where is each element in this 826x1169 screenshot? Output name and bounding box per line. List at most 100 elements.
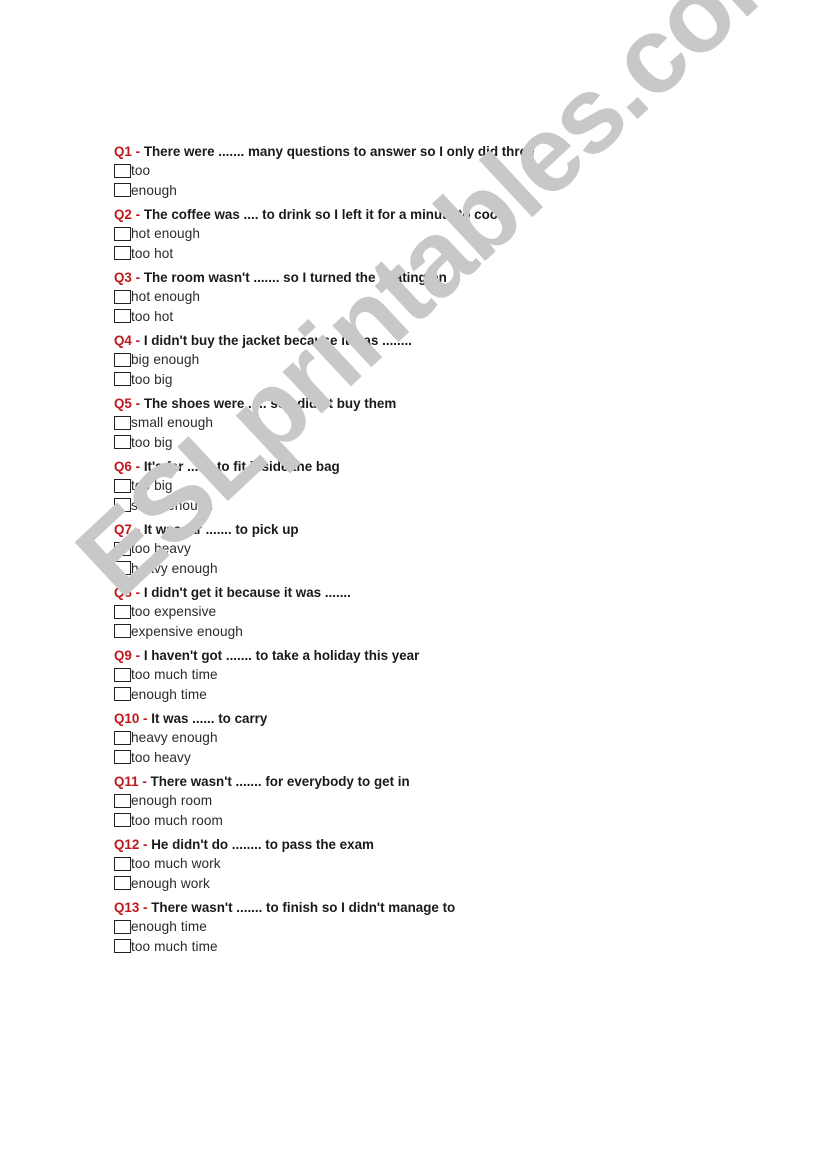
- answer-option[interactable]: too big: [114, 476, 714, 496]
- answer-option[interactable]: too heavy: [114, 748, 714, 768]
- answer-option[interactable]: too hot: [114, 244, 714, 264]
- checkbox[interactable]: [114, 289, 131, 304]
- answer-option[interactable]: small enough: [114, 413, 714, 433]
- question-11: Q11 - There wasn't ....... for everybody…: [114, 772, 714, 830]
- checkbox[interactable]: [114, 226, 131, 241]
- answer-option[interactable]: heavy enough: [114, 559, 714, 579]
- quiz-list: Q1 - There were ....... many questions t…: [114, 142, 714, 961]
- question-text: I haven't got ....... to take a holiday …: [143, 648, 420, 663]
- answer-option[interactable]: too big: [114, 433, 714, 453]
- answer-option[interactable]: enough time: [114, 917, 714, 937]
- question-number: Q10: [114, 711, 140, 726]
- question-prompt: Q3 - The room wasn't ....... so I turned…: [114, 268, 714, 287]
- answer-option[interactable]: too much time: [114, 665, 714, 685]
- answer-option[interactable]: enough: [114, 181, 714, 201]
- option-label: hot enough: [131, 289, 201, 304]
- option-label: too much room: [131, 812, 223, 828]
- question-text: There wasn't ....... for everybody to ge…: [150, 774, 410, 789]
- checkbox[interactable]: [114, 604, 131, 619]
- option-label: too much work: [131, 856, 221, 871]
- checkbox[interactable]: [114, 730, 131, 745]
- checkbox[interactable]: [114, 561, 131, 576]
- question-separator: -: [135, 396, 141, 411]
- checkbox[interactable]: [114, 919, 131, 934]
- checkbox[interactable]: [114, 163, 131, 178]
- question-prompt: Q6 - It's far ....... to fit inside the …: [114, 457, 714, 476]
- question-text: I didn't get it because it was .......: [143, 585, 351, 600]
- question-separator: -: [142, 774, 147, 789]
- question-prompt: Q4 - I didn't buy the jacket because it …: [114, 331, 714, 350]
- option-label: too hot: [131, 245, 174, 261]
- answer-option[interactable]: too much time: [114, 937, 714, 957]
- question-text: It's far ....... to fit inside the bag: [143, 459, 340, 474]
- answer-option[interactable]: heavy enough: [114, 728, 714, 748]
- question-separator: -: [143, 900, 148, 915]
- question-text: It was ...... to carry: [151, 711, 268, 726]
- option-label: enough work: [131, 875, 210, 891]
- answer-option[interactable]: expensive enough: [114, 622, 714, 642]
- question-number: Q5: [114, 396, 132, 411]
- checkbox[interactable]: [114, 498, 131, 513]
- option-label: enough: [131, 182, 177, 198]
- answer-option[interactable]: too big: [114, 370, 714, 390]
- checkbox[interactable]: [114, 687, 131, 702]
- checkbox[interactable]: [114, 939, 131, 954]
- checkbox[interactable]: [114, 246, 131, 261]
- question-separator: -: [135, 207, 141, 222]
- question-number: Q1: [114, 144, 132, 159]
- question-text: The shoes were ..... so I didn't buy the…: [143, 396, 397, 411]
- question-prompt: Q11 - There wasn't ....... for everybody…: [114, 772, 714, 791]
- question-text: The coffee was .... to drink so I left i…: [143, 207, 502, 222]
- answer-option[interactable]: too much room: [114, 811, 714, 831]
- checkbox[interactable]: [114, 750, 131, 765]
- question-number: Q4: [114, 333, 132, 348]
- checkbox[interactable]: [114, 876, 131, 891]
- question-separator: -: [135, 648, 141, 663]
- option-label: too big: [131, 478, 173, 493]
- answer-option[interactable]: enough time: [114, 685, 714, 705]
- question-prompt: Q13 - There wasn't ....... to finish so …: [114, 898, 714, 917]
- answer-option[interactable]: hot enough: [114, 224, 714, 244]
- checkbox[interactable]: [114, 813, 131, 828]
- option-label: enough time: [131, 919, 207, 934]
- question-prompt: Q1 - There were ....... many questions t…: [114, 142, 714, 161]
- question-number: Q12: [114, 837, 140, 852]
- checkbox[interactable]: [114, 541, 131, 556]
- question-text: The room wasn't ....... so I turned the …: [143, 270, 447, 285]
- checkbox[interactable]: [114, 478, 131, 493]
- answer-option[interactable]: small enough: [114, 496, 714, 516]
- answer-option[interactable]: too: [114, 161, 714, 181]
- answer-option[interactable]: big enough: [114, 350, 714, 370]
- option-label: hot enough: [131, 226, 201, 241]
- checkbox[interactable]: [114, 793, 131, 808]
- checkbox[interactable]: [114, 856, 131, 871]
- question-prompt: Q10 - It was ...... to carry: [114, 709, 714, 728]
- checkbox[interactable]: [114, 183, 131, 198]
- answer-option[interactable]: enough work: [114, 874, 714, 894]
- checkbox[interactable]: [114, 372, 131, 387]
- question-4: Q4 - I didn't buy the jacket because it …: [114, 331, 714, 389]
- checkbox[interactable]: [114, 667, 131, 682]
- question-1: Q1 - There were ....... many questions t…: [114, 142, 714, 200]
- answer-option[interactable]: too hot: [114, 307, 714, 327]
- answer-option[interactable]: too expensive: [114, 602, 714, 622]
- answer-option[interactable]: enough room: [114, 791, 714, 811]
- question-13: Q13 - There wasn't ....... to finish so …: [114, 898, 714, 956]
- option-label: too hot: [131, 308, 174, 324]
- answer-option[interactable]: too heavy: [114, 539, 714, 559]
- checkbox[interactable]: [114, 435, 131, 450]
- question-prompt: Q2 - The coffee was .... to drink so I l…: [114, 205, 714, 224]
- checkbox[interactable]: [114, 624, 131, 639]
- question-text: He didn't do ........ to pass the exam: [151, 837, 374, 852]
- option-label: too much time: [131, 938, 218, 954]
- question-number: Q3: [114, 270, 132, 285]
- checkbox[interactable]: [114, 309, 131, 324]
- option-label: too expensive: [131, 604, 217, 619]
- checkbox[interactable]: [114, 352, 131, 367]
- question-number: Q8: [114, 585, 132, 600]
- question-prompt: Q9 - I haven't got ....... to take a hol…: [114, 646, 714, 665]
- question-separator: -: [143, 837, 148, 852]
- checkbox[interactable]: [114, 415, 131, 430]
- answer-option[interactable]: too much work: [114, 854, 714, 874]
- answer-option[interactable]: hot enough: [114, 287, 714, 307]
